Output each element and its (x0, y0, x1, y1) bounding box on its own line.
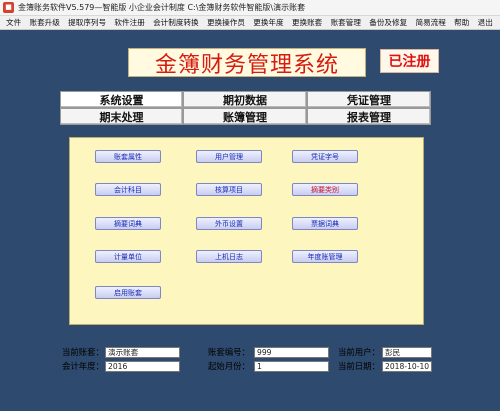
operation-log-button[interactable]: 上机日志 (196, 250, 262, 263)
menu-simple-workflow[interactable]: 简易流程 (416, 17, 446, 28)
menu-account-upgrade[interactable]: 账套升级 (29, 17, 59, 28)
current-date-label: 当前日期： (338, 361, 380, 371)
current-account-value: 演示账套 (105, 347, 180, 358)
bill-dictionary-button[interactable]: 票据词典 (292, 217, 358, 230)
menu-bar: 文件 账套升级 提取序列号 软件注册 会计制度转换 更换操作员 更换年度 更换账… (0, 16, 500, 30)
title-bar: ■ 金簿账务软件V5.579—智能版 小企业会计制度 C:\金簿财务软件智能版\… (0, 0, 500, 16)
fiscal-year-label: 会计年度： (62, 361, 104, 371)
summary-category-button[interactable]: 摘要类别 (292, 183, 358, 196)
start-month-value: 1 (254, 361, 329, 372)
user-management-button[interactable]: 用户管理 (196, 150, 262, 163)
menu-change-account[interactable]: 更换账套 (292, 17, 322, 28)
window-title: 金簿账务软件V5.579—智能版 小企业会计制度 C:\金簿财务软件智能版\演示… (18, 3, 306, 12)
tab-voucher-management[interactable]: 凭证管理 (307, 91, 431, 108)
tab-period-end[interactable]: 期末处理 (60, 108, 183, 125)
account-no-label: 账套编号： (208, 347, 250, 357)
current-user-label: 当前用户： (338, 347, 380, 357)
annual-ledger-management-button[interactable]: 年度账管理 (292, 250, 358, 263)
accounting-items-button[interactable]: 核算项目 (196, 183, 262, 196)
fiscal-year-value: 2016 (105, 361, 180, 372)
current-account-label: 当前账套： (62, 347, 104, 357)
registered-text: 已注册 (388, 54, 431, 70)
current-user-value: 彭民 (382, 347, 432, 358)
menu-account-management[interactable]: 账套管理 (331, 17, 361, 28)
menu-file[interactable]: 文件 (6, 17, 21, 28)
menu-extract-serial[interactable]: 提取序列号 (68, 17, 106, 28)
chart-of-accounts-button[interactable]: 会计科目 (95, 183, 161, 196)
app-logo-icon: ■ (3, 2, 14, 13)
voucher-type-button[interactable]: 凭证字号 (292, 150, 358, 163)
menu-accounting-system-convert[interactable]: 会计制度转换 (153, 17, 199, 28)
menu-register[interactable]: 软件注册 (114, 17, 144, 28)
account-properties-button[interactable]: 账套属性 (95, 150, 161, 163)
tab-system-settings[interactable]: 系统设置 (60, 91, 183, 108)
unit-of-measure-button[interactable]: 计量单位 (95, 250, 161, 263)
tab-opening-data[interactable]: 期初数据 (183, 91, 307, 108)
start-month-label: 起始月份： (208, 361, 250, 371)
menu-change-operator[interactable]: 更换操作员 (207, 17, 245, 28)
tab-report-management[interactable]: 报表管理 (307, 108, 431, 125)
menu-exit[interactable]: 退出 (478, 17, 493, 28)
tab-ledger-management[interactable]: 账簿管理 (183, 108, 307, 125)
summary-dictionary-button[interactable]: 摘要词典 (95, 217, 161, 230)
menu-backup-repair[interactable]: 备份及修复 (369, 17, 407, 28)
account-no-value: 999 (254, 347, 329, 358)
menu-help[interactable]: 帮助 (454, 17, 469, 28)
app-title-banner: 金簿财务管理系统 (128, 48, 366, 78)
registered-badge: 已注册 (380, 49, 439, 73)
enable-account-button[interactable]: 启用账套 (95, 286, 161, 299)
menu-change-year[interactable]: 更换年度 (253, 17, 283, 28)
currency-settings-button[interactable]: 外币设置 (196, 217, 262, 230)
current-date-value: 2018-10-10 (382, 361, 432, 372)
app-title: 金簿财务管理系统 (154, 52, 339, 78)
